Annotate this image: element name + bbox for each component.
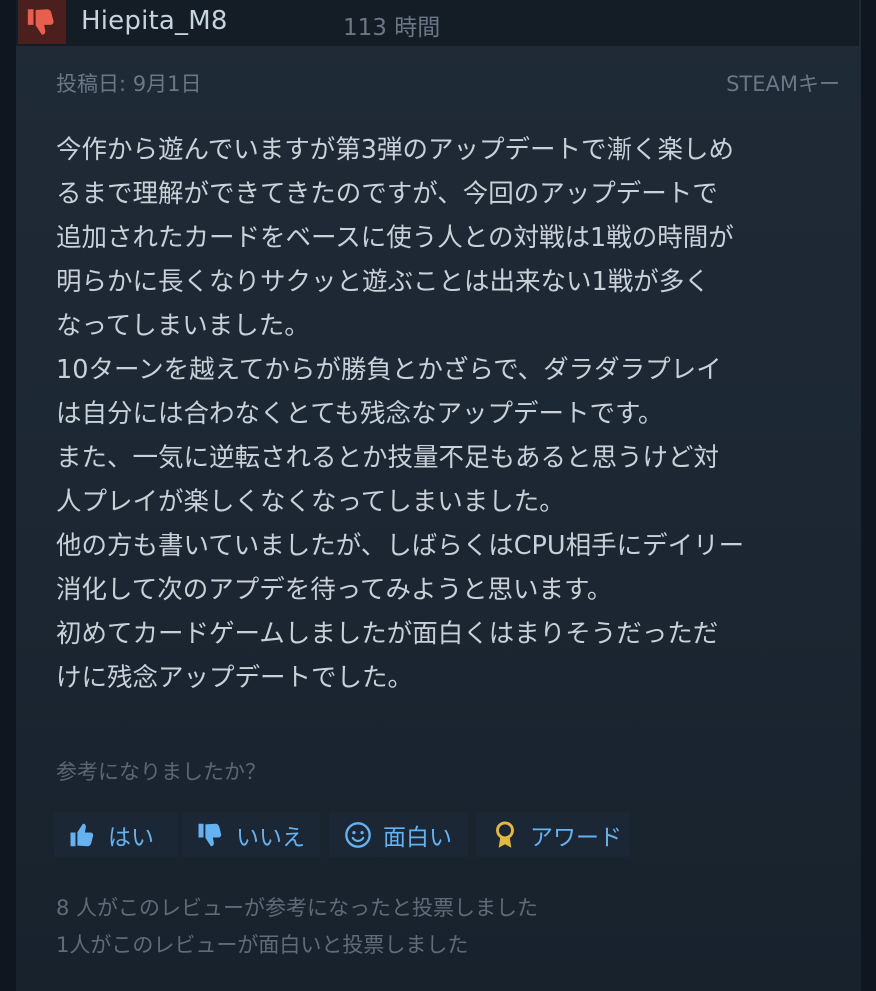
vote-funny-label: 面白い (383, 824, 452, 851)
vote-yes-label: はい (108, 824, 154, 851)
review-body: 今作から遊んでいますが第3弾のアップデートで漸く楽しめ るまで理解ができてきたの… (56, 128, 856, 700)
review-line: けに残念アップデートでした。 (56, 663, 414, 693)
review-page: Hiepita_M8 113 時間 投稿日: 9月1日 STEAMキー 今作から… (0, 0, 876, 991)
helpful-count: 8 人がこのレビューが参考になったと投票しました (56, 896, 539, 920)
smiley-icon (341, 818, 375, 852)
review-line: るまで理解ができてきたのですが、今回のアップデートで (56, 179, 718, 209)
review-line: 明らかに長くなりサクッと遊ぶことは出来ない1戦が多く (56, 267, 710, 297)
playtime-hours: 113 時間 (343, 15, 441, 41)
award-button[interactable]: アワード (476, 812, 630, 857)
vote-funny-button[interactable]: 面白い (329, 812, 468, 857)
review-line: は自分には合わなくとても残念なアップデートです。 (56, 399, 664, 429)
review-line: 他の方も書いていましたが、しばらくはCPU相手にデイリー (56, 531, 745, 561)
review-line: 人プレイが楽しくなくなってしまいました。 (56, 487, 565, 517)
reviewer-name[interactable]: Hiepita_M8 (81, 6, 228, 36)
posted-date: 投稿日: 9月1日 (56, 72, 202, 96)
review-line: 今作から遊んでいますが第3弾のアップデートで漸く楽しめ (56, 135, 734, 165)
helpful-question: 参考になりましたか？ (56, 760, 266, 784)
vote-no-button[interactable]: いいえ (182, 812, 320, 857)
thumbs-up-icon (66, 818, 100, 852)
review-line: 初めてカードゲームしましたが面白くはまりそうだっただ (56, 619, 719, 649)
review-line: 追加されたカードをベースに使う人との対戦は1戦の時間が (56, 223, 734, 253)
thumbs-down-icon (27, 9, 54, 35)
vote-no-label: いいえ (236, 824, 305, 851)
product-source: STEAMキー (726, 72, 840, 96)
award-ribbon-icon (488, 818, 522, 852)
review-line: 10ターンを越えてからが勝負とかざらで、ダラダラプレイ (56, 355, 722, 385)
review-line: また、一気に逆転されるとか技量不足もあると思うけど対 (56, 443, 720, 473)
review-line: なってしまいました。 (56, 311, 310, 341)
not-recommended-badge (18, 0, 66, 44)
vote-yes-button[interactable]: はい (54, 812, 178, 857)
award-label: アワード (530, 824, 622, 851)
thumbs-down-icon (194, 818, 228, 852)
funny-count: 1人がこのレビューが面白いと投票しました (56, 933, 469, 957)
review-line: 消化して次のアプデを待ってみようと思います。 (56, 575, 613, 605)
